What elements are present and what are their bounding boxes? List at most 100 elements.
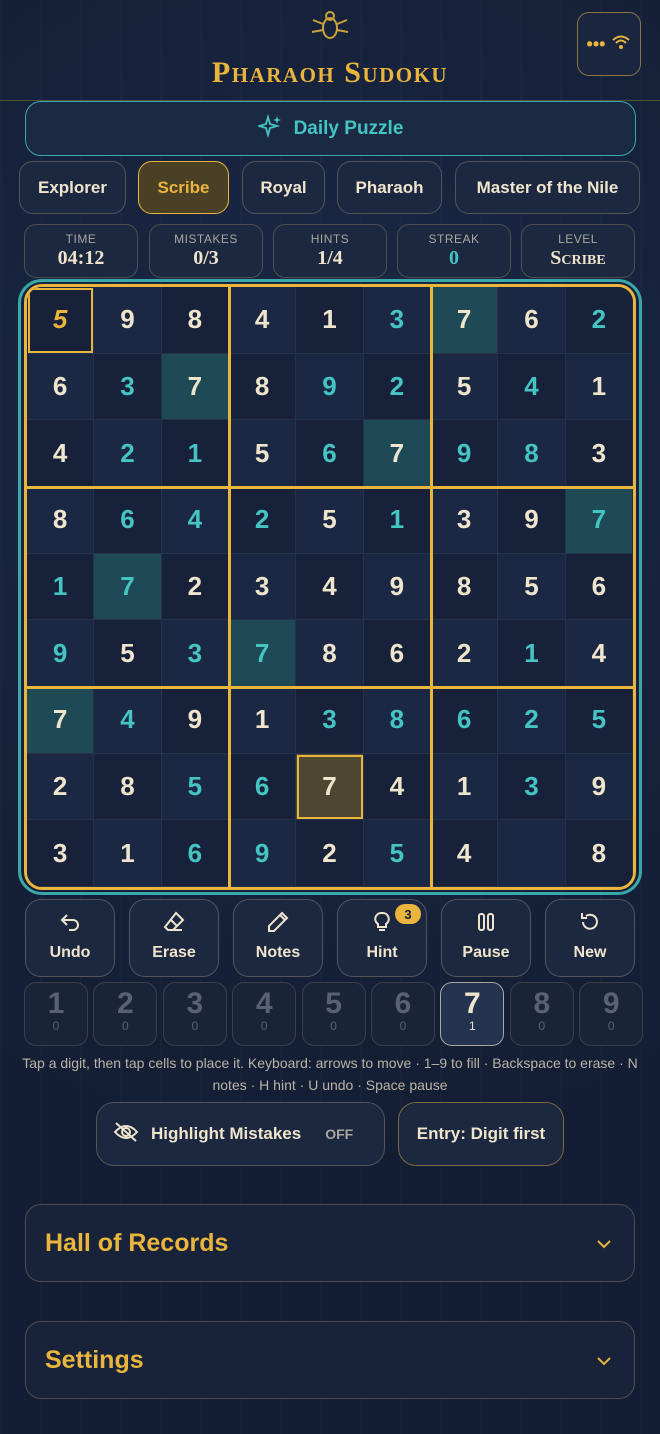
sudoku-cell[interactable]: 8	[431, 553, 499, 621]
sudoku-cell[interactable]: 1	[296, 287, 364, 354]
level-master-of-the-nile[interactable]: Master of the Nile	[455, 161, 640, 214]
level-scribe[interactable]: Scribe	[138, 161, 229, 214]
sudoku-cell[interactable]: 8	[296, 620, 364, 687]
digit-button-5[interactable]: 50	[301, 982, 366, 1046]
sudoku-cell[interactable]: 3	[431, 487, 499, 554]
sudoku-cell[interactable]: 5	[565, 687, 633, 754]
sudoku-cell[interactable]: 9	[161, 687, 229, 754]
sudoku-cell[interactable]: 7	[363, 420, 431, 487]
digit-button-2[interactable]: 20	[93, 982, 158, 1046]
sudoku-cell[interactable]: 8	[363, 687, 431, 754]
sudoku-cell[interactable]: 5	[363, 820, 431, 887]
sudoku-cell[interactable]: 4	[498, 353, 566, 421]
sudoku-cell[interactable]: 2	[565, 287, 633, 354]
sudoku-cell[interactable]: 3	[498, 753, 566, 821]
sudoku-cell[interactable]: 9	[94, 287, 162, 354]
sudoku-cell[interactable]: 2	[296, 820, 364, 887]
sudoku-cell[interactable]: 9	[498, 487, 566, 554]
sudoku-cell[interactable]: 6	[498, 287, 566, 354]
sudoku-cell[interactable]: 4	[296, 553, 364, 621]
sudoku-cell[interactable]: 4	[431, 820, 499, 887]
sudoku-cell[interactable]: 1	[565, 353, 633, 421]
sudoku-cell[interactable]: 7	[431, 287, 499, 354]
sudoku-cell[interactable]: 4	[565, 620, 633, 687]
sudoku-cell[interactable]: 8	[161, 287, 229, 354]
sudoku-cell[interactable]: 4	[27, 420, 95, 487]
sudoku-cell[interactable]: 6	[296, 420, 364, 487]
sudoku-cell[interactable]: 8	[565, 820, 633, 887]
sudoku-cell[interactable]: 1	[431, 753, 499, 821]
sudoku-cell[interactable]: 1	[27, 553, 95, 621]
settings-panel[interactable]: Settings	[25, 1321, 635, 1399]
sudoku-cell[interactable]: 3	[296, 687, 364, 754]
sudoku-cell[interactable]: 2	[363, 353, 431, 421]
sudoku-cell[interactable]: 7	[296, 753, 364, 821]
sudoku-cell[interactable]: 1	[94, 820, 162, 887]
sudoku-cell[interactable]: 8	[94, 753, 162, 821]
sudoku-cell[interactable]: 1	[498, 620, 566, 687]
sudoku-cell[interactable]: 9	[27, 620, 95, 687]
sudoku-cell[interactable]: 7	[94, 553, 162, 621]
digit-button-1[interactable]: 10	[24, 982, 88, 1046]
highlight-mistakes-toggle[interactable]: Highlight Mistakes OFF	[96, 1102, 385, 1166]
sudoku-cell[interactable]: 5	[431, 353, 499, 421]
sudoku-cell[interactable]: 3	[27, 820, 95, 887]
digit-button-3[interactable]: 30	[162, 982, 227, 1046]
sudoku-cell[interactable]: 7	[161, 353, 229, 421]
sudoku-cell[interactable]: 5	[94, 620, 162, 687]
sudoku-cell[interactable]: 5	[296, 487, 364, 554]
level-royal[interactable]: Royal	[242, 161, 325, 214]
sudoku-cell[interactable]: 4	[94, 687, 162, 754]
sudoku-cell[interactable]: 5	[27, 287, 95, 354]
sudoku-cell[interactable]: 6	[94, 487, 162, 554]
sudoku-cell[interactable]: 4	[161, 487, 229, 554]
sudoku-cell[interactable]: 6	[229, 753, 297, 821]
sudoku-cell[interactable]: 1	[229, 687, 297, 754]
sudoku-cell[interactable]: 5	[498, 553, 566, 621]
sudoku-cell[interactable]: 6	[363, 620, 431, 687]
sudoku-cell[interactable]: 5	[229, 420, 297, 487]
entry-mode-button[interactable]: Entry: Digit first	[398, 1102, 564, 1166]
sudoku-cell[interactable]: 1	[161, 420, 229, 487]
sudoku-cell[interactable]: 6	[27, 353, 95, 421]
sudoku-cell[interactable]: 5	[161, 753, 229, 821]
sudoku-cell[interactable]: 6	[161, 820, 229, 887]
sudoku-cell[interactable]: 2	[498, 687, 566, 754]
sudoku-cell[interactable]: 2	[94, 420, 162, 487]
pause-button[interactable]: Pause	[441, 899, 531, 977]
sudoku-cell[interactable]: 9	[431, 420, 499, 487]
digit-button-7[interactable]: 71	[440, 982, 505, 1046]
sudoku-cell[interactable]: 6	[565, 553, 633, 621]
level-pharaoh[interactable]: Pharaoh	[337, 161, 442, 214]
sudoku-cell[interactable]: 1	[363, 487, 431, 554]
sudoku-cell[interactable]: 2	[431, 620, 499, 687]
sudoku-cell[interactable]: 2	[161, 553, 229, 621]
digit-button-8[interactable]: 80	[509, 982, 574, 1046]
hall-of-records-panel[interactable]: Hall of Records	[25, 1204, 635, 1282]
sudoku-cell[interactable]: 2	[27, 753, 95, 821]
sudoku-cell[interactable]: 8	[498, 420, 566, 487]
notes-button[interactable]: Notes	[233, 899, 323, 977]
level-explorer[interactable]: Explorer	[19, 161, 126, 214]
digit-button-9[interactable]: 90	[579, 982, 644, 1046]
sudoku-cell[interactable]: 3	[161, 620, 229, 687]
sudoku-cell[interactable]: 7	[565, 487, 633, 554]
new-game-button[interactable]: New	[545, 899, 635, 977]
sudoku-cell[interactable]: 4	[363, 753, 431, 821]
sudoku-cell[interactable]: 4	[229, 287, 297, 354]
sudoku-cell[interactable]: 3	[229, 553, 297, 621]
sudoku-cell[interactable]: 8	[229, 353, 297, 421]
sudoku-cell[interactable]: 8	[27, 487, 95, 554]
sudoku-cell[interactable]: 9	[296, 353, 364, 421]
sudoku-cell[interactable]: 7	[27, 687, 95, 754]
sudoku-cell[interactable]: 7	[229, 620, 297, 687]
sudoku-cell[interactable]: 6	[431, 687, 499, 754]
sudoku-cell[interactable]: 9	[363, 553, 431, 621]
digit-button-4[interactable]: 40	[232, 982, 297, 1046]
sudoku-cell[interactable]: 9	[565, 753, 633, 821]
sudoku-cell[interactable]: 3	[94, 353, 162, 421]
sudoku-cell[interactable]: 3	[565, 420, 633, 487]
undo-button[interactable]: Undo	[25, 899, 115, 977]
hint-button[interactable]: Hint 3	[337, 899, 427, 977]
erase-button[interactable]: Erase	[129, 899, 219, 977]
